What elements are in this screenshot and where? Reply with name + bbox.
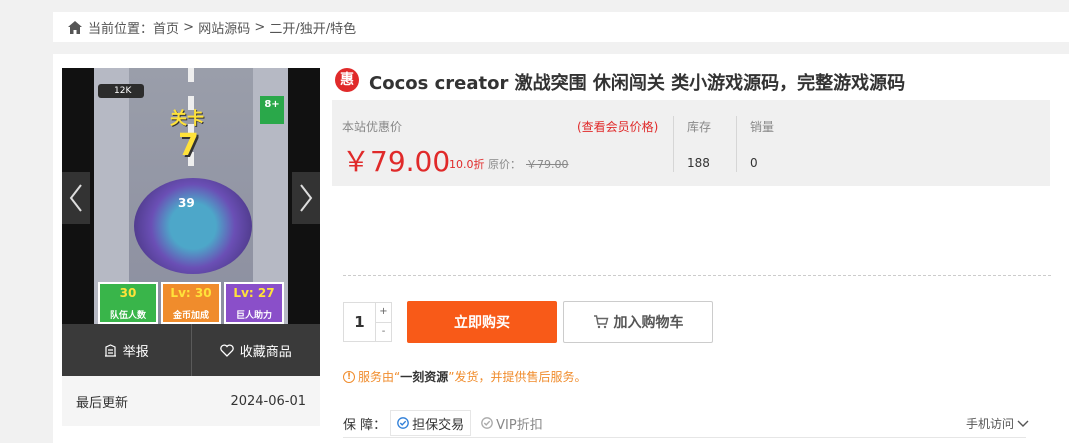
sales-value: 0 bbox=[750, 156, 758, 170]
vip-price-link[interactable]: (查看会员价格) bbox=[577, 118, 658, 135]
current-price: ￥79.00 bbox=[342, 145, 451, 178]
game-tile-value: Lv: 30 bbox=[170, 286, 212, 300]
chevron-right-icon bbox=[300, 184, 313, 212]
quantity-input[interactable]: 1 bbox=[344, 303, 375, 341]
favorite-label: 收藏商品 bbox=[239, 344, 292, 360]
stock-value: 188 bbox=[687, 156, 710, 170]
favorite-button[interactable]: 收藏商品 bbox=[190, 324, 321, 376]
chevron-left-icon bbox=[69, 184, 82, 212]
game-level-label: 关卡 bbox=[170, 109, 204, 129]
mobile-access-toggle[interactable]: 手机访问 bbox=[966, 415, 1029, 432]
breadcrumb-link-home[interactable]: 首页 bbox=[153, 18, 179, 37]
info-icon: ! bbox=[343, 370, 355, 383]
game-tile-label: 金币加成 bbox=[172, 311, 209, 321]
breadcrumb: 当前位置： 首页 > 网站源码 > 二开/独开/特色 bbox=[53, 12, 1069, 42]
game-coin-counter: 12K bbox=[98, 84, 144, 98]
heart-icon bbox=[219, 343, 234, 357]
game-tile-value: 30 bbox=[119, 286, 137, 300]
cart-icon bbox=[593, 315, 608, 329]
price-label: 本站优惠价 bbox=[342, 120, 403, 134]
guarantee-vip-label: VIP折扣 bbox=[496, 417, 543, 433]
gallery-next-button[interactable] bbox=[292, 172, 320, 224]
service-prefix: 服务由“ bbox=[358, 370, 401, 384]
buy-now-button[interactable]: 立即购买 bbox=[407, 301, 557, 343]
game-crowd bbox=[134, 178, 252, 274]
game-tile-value: Lv: 27 bbox=[233, 286, 275, 300]
game-tile-label: 队伍人数 bbox=[109, 311, 146, 321]
gallery-prev-button[interactable] bbox=[62, 172, 90, 224]
guarantee-escrow-label: 担保交易 bbox=[412, 417, 465, 433]
product-gallery: 12K 8+ 关卡 7 39 30 队伍人数 Lv: 30 金币加成 Lv: 2… bbox=[62, 68, 320, 324]
quantity-buttons: + - bbox=[375, 303, 391, 341]
service-provider[interactable]: 一刻资源 bbox=[400, 368, 448, 385]
divider bbox=[736, 116, 737, 172]
quantity-decrease-button[interactable]: - bbox=[376, 321, 391, 342]
dashed-divider bbox=[343, 275, 1051, 276]
price-box: 本站优惠价 (查看会员价格) ￥79.00 10.0折 原价： ￥79.00 库… bbox=[332, 100, 1050, 186]
service-suffix: ”发货，并提供售后服务。 bbox=[448, 370, 587, 384]
discount-badge: 惠 bbox=[335, 68, 359, 92]
game-tile-team: 30 队伍人数 bbox=[98, 282, 158, 324]
game-tile-coins: Lv: 30 金币加成 bbox=[161, 282, 221, 324]
divider bbox=[343, 437, 1026, 438]
service-notice: ! 服务由“ 一刻资源 ”发货，并提供售后服务。 bbox=[343, 368, 586, 385]
breadcrumb-label: 当前位置： bbox=[88, 21, 154, 37]
check-circle-icon bbox=[481, 417, 494, 429]
add-to-cart-button[interactable]: 加入购物车 bbox=[563, 301, 713, 343]
product-screenshot[interactable]: 12K 8+ 关卡 7 39 30 队伍人数 Lv: 30 金币加成 Lv: 2… bbox=[94, 68, 288, 324]
divider bbox=[673, 116, 674, 172]
breadcrumb-link-source-code[interactable]: 网站源码 bbox=[198, 18, 250, 37]
chevron-down-icon bbox=[1017, 420, 1029, 427]
original-price-label: 原价： bbox=[488, 158, 521, 171]
quantity-stepper: 1 + - bbox=[343, 302, 392, 342]
guarantee-row: 保 障： 担保交易 VIP折扣 bbox=[343, 410, 549, 436]
stock-label: 库存 bbox=[687, 120, 712, 134]
product-panel: 12K 8+ 关卡 7 39 30 队伍人数 Lv: 30 金币加成 Lv: 2… bbox=[53, 54, 1069, 443]
product-title: Cocos creator 激战突围 休闲闯关 类小游戏源码，完整游戏源码 bbox=[369, 73, 906, 94]
home-icon bbox=[68, 20, 82, 34]
add-to-cart-label: 加入购物车 bbox=[613, 315, 684, 331]
breadcrumb-separator: > bbox=[250, 19, 270, 35]
sales-label: 销量 bbox=[750, 120, 775, 134]
report-icon bbox=[104, 343, 116, 357]
original-price: ￥79.00 bbox=[526, 158, 569, 171]
game-tile-label: 巨人助力 bbox=[235, 311, 272, 321]
report-label: 举报 bbox=[122, 344, 149, 360]
guarantee-label: 保 障： bbox=[343, 417, 387, 433]
last-update-row: 最后更新 2024-06-01 bbox=[62, 376, 320, 426]
report-button[interactable]: 举报 bbox=[62, 324, 191, 376]
game-tile-giant: Lv: 27 巨人助力 bbox=[224, 282, 284, 324]
quantity-increase-button[interactable]: + bbox=[376, 303, 391, 322]
breadcrumb-separator: > bbox=[179, 19, 199, 35]
age-rating-badge: 8+ bbox=[260, 96, 284, 124]
last-update-label: 最后更新 bbox=[76, 395, 129, 411]
discount-rate: 10.0折 bbox=[449, 158, 485, 171]
check-circle-icon bbox=[397, 417, 409, 429]
mobile-access-label: 手机访问 bbox=[966, 417, 1015, 431]
game-crowd-count: 39 bbox=[178, 196, 195, 210]
guarantee-vip: VIP折扣 bbox=[475, 410, 549, 436]
last-update-value: 2024-06-01 bbox=[230, 393, 306, 409]
game-level-number: 7 bbox=[178, 128, 199, 163]
guarantee-escrow: 担保交易 bbox=[390, 410, 472, 436]
breadcrumb-link-category[interactable]: 二开/独开/特色 bbox=[269, 18, 356, 37]
gallery-actions: 举报 收藏商品 bbox=[62, 324, 320, 376]
